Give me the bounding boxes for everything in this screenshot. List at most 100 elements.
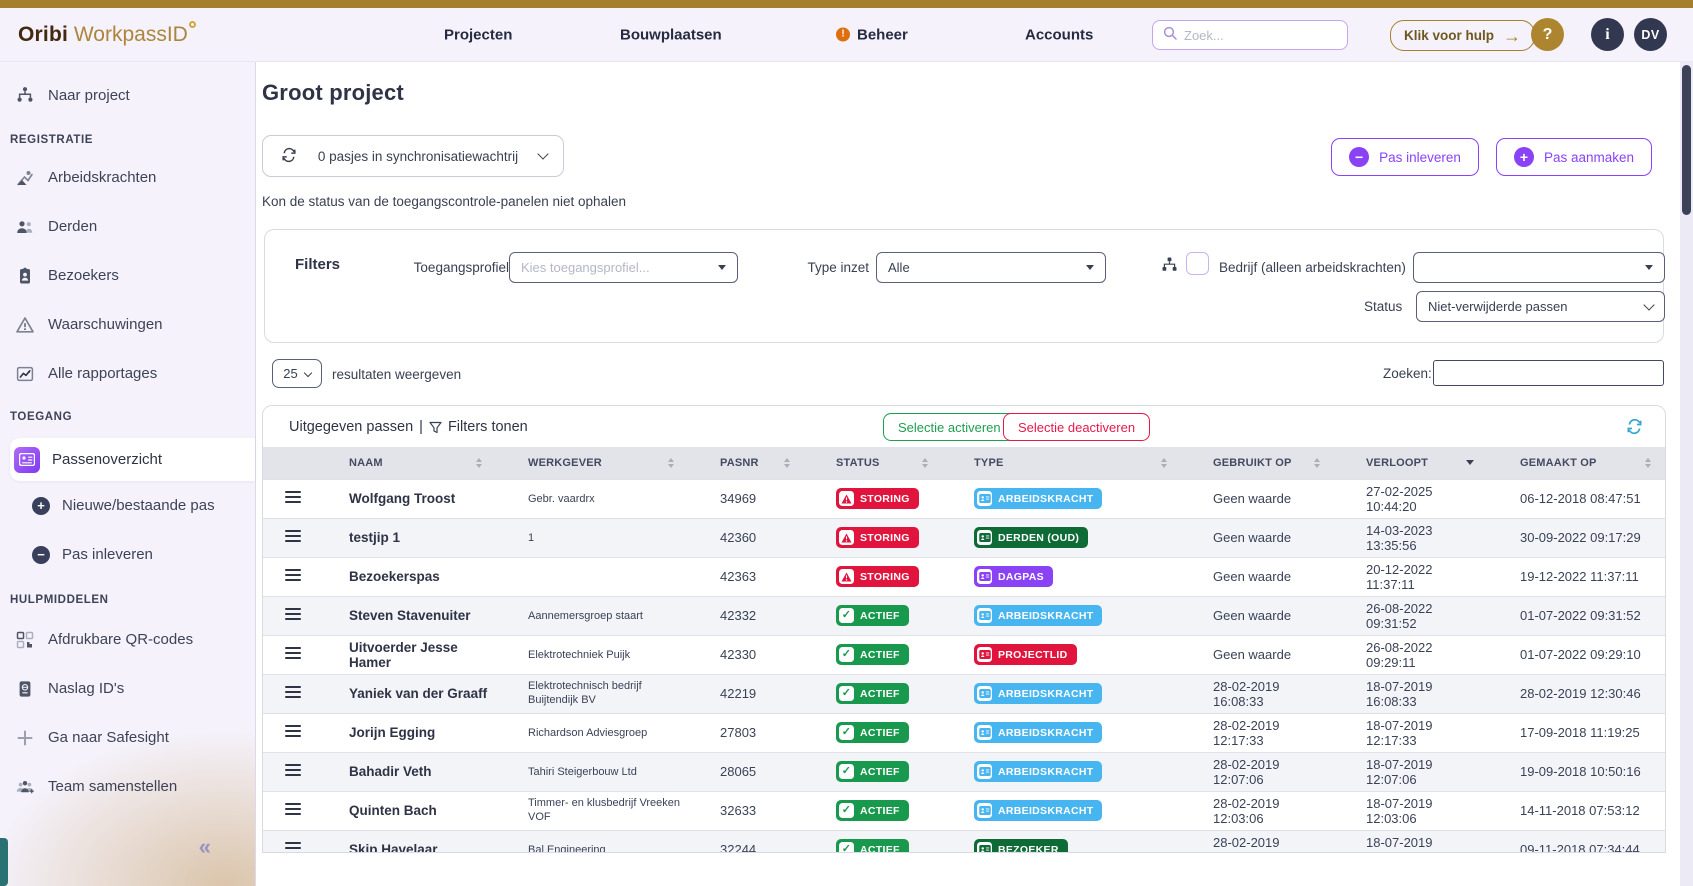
table-row[interactable]: Quinten Bach Timmer- en klusbedrijf Vree… [263,791,1666,830]
search-input[interactable] [1184,28,1337,43]
pas-aanmaken-button[interactable]: + Pas aanmaken [1496,138,1652,176]
avatar[interactable]: DV [1634,18,1667,51]
sort-icon[interactable] [1645,458,1651,469]
table-row[interactable]: Uitvoerder Jesse Hamer Elektrotechniek P… [263,635,1666,674]
row-gemaakt-op: 30-09-2022 09:17:29 [1520,530,1641,545]
sync-queue-dropdown[interactable]: 0 pasjes in synchronisatiewachtrij [262,135,564,177]
refresh-table-icon[interactable] [1626,418,1643,440]
table-search-input[interactable] [1433,360,1664,386]
sidebar-item-pas-inleveren[interactable]: − Pas inleveren [0,530,255,579]
sidebar-item-naslag-ids[interactable]: Naslag ID's [0,664,255,713]
sidebar-collapse-button[interactable]: « [199,834,211,860]
filters-toggle[interactable]: Filters tonen [448,419,528,435]
row-naam[interactable]: Skip Havelaar [349,842,438,853]
sort-desc-icon[interactable] [1466,460,1474,465]
sidebar-item-arbeidskrachten[interactable]: Arbeidskrachten [0,153,255,202]
row-verloopt: 27-02-2025 10:44:20 [1366,484,1433,514]
help-button[interactable]: Klik voor hulp→ [1390,20,1535,51]
table-row[interactable]: Steven Stavenuiter Aannemersgroep staart… [263,596,1666,635]
table-row[interactable]: Wolfgang Troost Gebr. vaardrx 34969 STOR… [263,479,1666,518]
sidebar-item-naar-project[interactable]: Naar project [0,73,255,117]
row-menu-icon[interactable] [285,686,301,698]
row-naam[interactable]: Bahadir Veth [349,764,432,779]
sidebar-item-derden[interactable]: Derden [0,202,255,251]
pass-card-icon [14,447,40,473]
table-row[interactable]: testjip 1 1 42360 STORING DERDEN (OUD) G… [263,518,1666,557]
status-select[interactable]: Niet-verwijderde passen [1416,291,1665,322]
scrollbar-thumb[interactable] [1682,65,1691,215]
pas-inleveren-button[interactable]: − Pas inleveren [1331,138,1479,176]
sidebar-item-passenoverzicht[interactable]: Passenoverzicht [10,438,255,481]
type-label: ARBEIDSKRACHT [998,805,1093,817]
row-pasnr: 34969 [720,491,756,506]
nav-projecten[interactable]: Projecten [444,26,512,43]
row-menu-icon[interactable] [285,569,301,581]
sidebar-item-afdrukbare-qr-codes[interactable]: Afdrukbare QR-codes [0,615,255,664]
sort-icon[interactable] [476,458,482,469]
table-row[interactable]: Yaniek van der Graaff Elektrotechnisch b… [263,674,1666,713]
info-button[interactable]: i [1591,18,1624,51]
sidebar-item-ga-naar-safesight[interactable]: Ga naar Safesight [0,713,255,762]
sort-icon[interactable] [922,458,928,469]
column-status[interactable]: STATUS [806,447,944,479]
sort-icon[interactable] [1314,458,1320,469]
table-row[interactable]: Bahadir Veth Tahiri Steigerbouw Ltd 2806… [263,752,1666,791]
row-naam[interactable]: Jorijn Egging [349,725,435,740]
sort-icon[interactable] [668,458,674,469]
sidebar-item-bezoekers[interactable]: Bezoekers [0,251,255,300]
teal-edge-strip [0,838,8,886]
row-menu-icon[interactable] [285,608,301,620]
column-pasnr[interactable]: PASNR [690,447,806,479]
row-naam[interactable]: Wolfgang Troost [349,491,455,506]
page-scrollbar[interactable] [1680,62,1693,886]
row-verloopt: 18-07-2019 12:03:06 [1366,796,1433,826]
nav-beheer[interactable]: !Beheer [836,26,908,43]
sidebar-item-team-samenstellen[interactable]: Team samenstellen [0,762,255,811]
row-menu-icon[interactable] [285,764,301,776]
row-naam[interactable]: Bezoekerspas [349,569,440,584]
row-werkgever: 1 [528,532,534,545]
type-inzet-select[interactable]: Alle [876,252,1106,283]
table-row[interactable]: Skip Havelaar Bal Engineering 32244 ✓ AC… [263,830,1666,853]
app-logo[interactable]: Oribi WorkpassID [18,23,196,47]
sidebar-item-waarschuwingen[interactable]: Waarschuwingen [0,300,255,349]
row-menu-icon[interactable] [285,842,301,853]
sidebar-item-nieuwe-bestaande-pas[interactable]: + Nieuwe/bestaande pas [0,481,255,530]
row-menu-icon[interactable] [285,530,301,542]
column-naam[interactable]: NAAM [319,447,498,479]
search-icon [1163,26,1177,45]
table-row[interactable]: Jorijn Egging Richardson Adviesgroep 278… [263,713,1666,752]
filters-title: Filters [295,256,340,273]
global-search[interactable] [1152,20,1348,50]
status-icon: ✓ [839,842,854,853]
column-type[interactable]: TYPE [944,447,1183,479]
sort-icon[interactable] [784,458,790,469]
column-gemaakt-op[interactable]: GEMAAKT OP [1490,447,1666,479]
row-menu-icon[interactable] [285,647,301,659]
column-werkgever[interactable]: WERKGEVER [498,447,690,479]
row-verloopt: 14-03-2023 13:35:56 [1366,523,1433,553]
table-row[interactable]: Bezoekerspas 42363 STORING DAGPAS Geen w… [263,557,1666,596]
selectie-activeren-button[interactable]: Selectie activeren [883,413,1016,441]
row-naam[interactable]: testjip 1 [349,530,400,545]
row-menu-icon[interactable] [285,491,301,503]
toegangsprofiel-select[interactable]: Kies toegangsprofiel... [509,252,738,283]
row-naam[interactable]: Steven Stavenuiter [349,608,471,623]
selectie-deactiveren-button[interactable]: Selectie deactiveren [1003,413,1150,441]
column-verloopt[interactable]: VERLOOPT [1336,447,1490,479]
bedrijf-checkbox[interactable] [1186,252,1209,275]
nav-bouwplaatsen[interactable]: Bouwplaatsen [620,26,722,43]
row-naam[interactable]: Quinten Bach [349,803,437,818]
row-menu-icon[interactable] [285,725,301,737]
sidebar-item-alle-rapportages[interactable]: Alle rapportages [0,349,255,398]
sort-icon[interactable] [1161,458,1167,469]
row-naam[interactable]: Uitvoerder Jesse Hamer [349,640,458,670]
page-size-select[interactable]: 25 [272,359,322,388]
column-gebruikt-op[interactable]: GEBRUIKT OP [1183,447,1336,479]
question-button[interactable]: ? [1531,18,1564,51]
row-menu-icon[interactable] [285,803,301,815]
row-naam[interactable]: Yaniek van der Graaff [349,686,487,701]
status-badge: ✓ ACTIEF [836,800,909,821]
bedrijf-select[interactable] [1413,252,1665,283]
nav-accounts[interactable]: Accounts [1025,26,1093,43]
